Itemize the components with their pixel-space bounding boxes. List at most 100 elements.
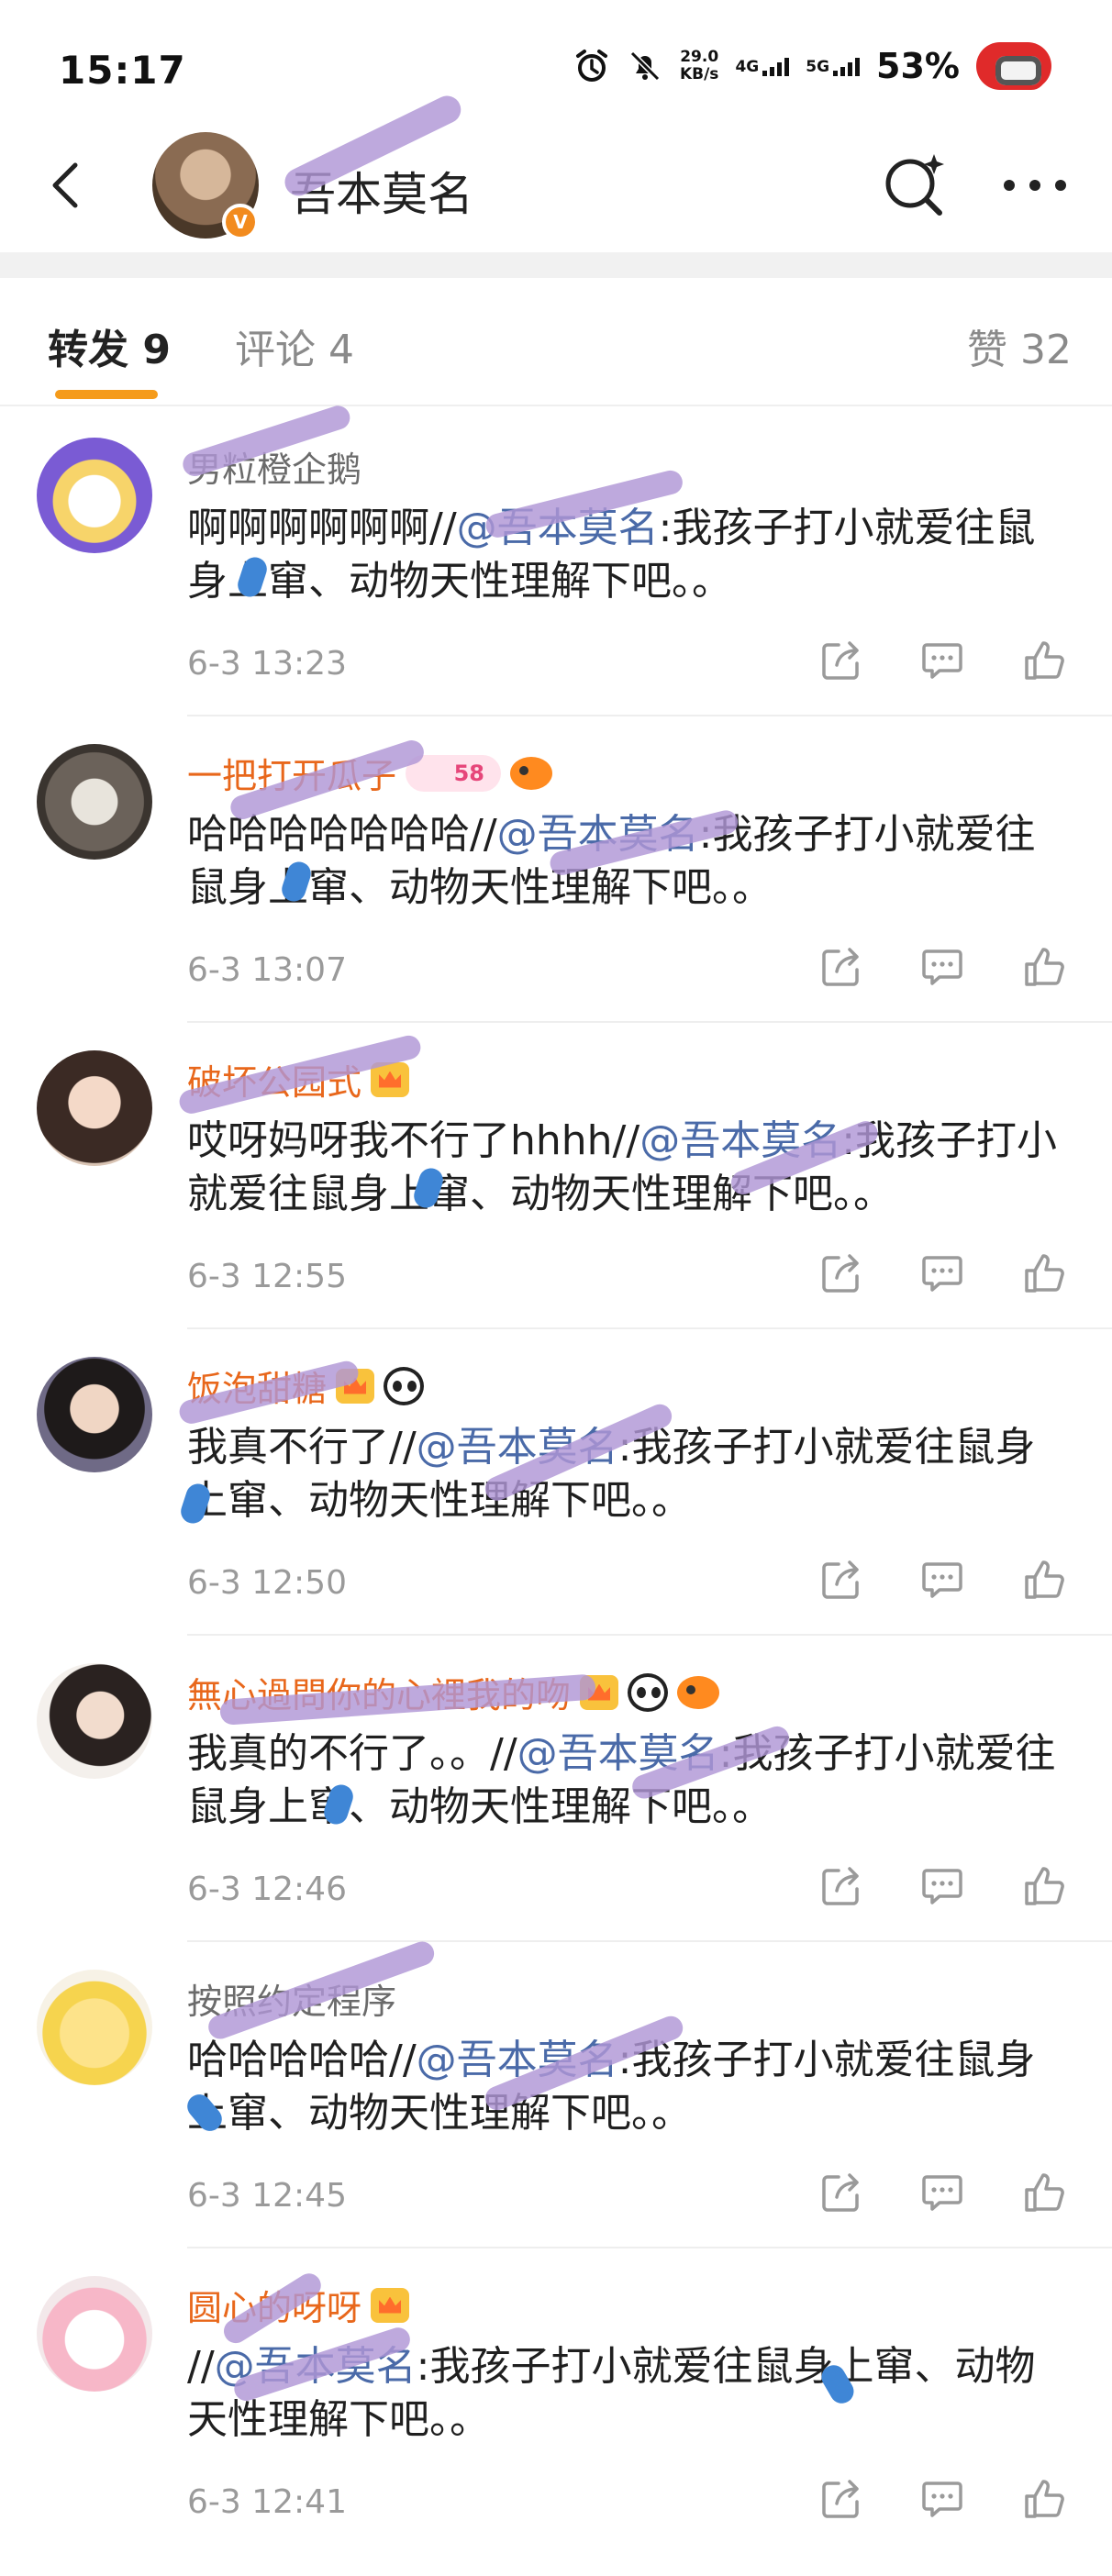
comment-icon[interactable]	[919, 1557, 965, 1603]
user-avatar[interactable]	[37, 1050, 152, 1166]
comment-icon[interactable]	[919, 1250, 965, 1296]
repost-item[interactable]: 男粒橙企鹅 啊啊啊啊啊啊//@吾本莫名:我孩子打小就爱往鼠身上窜、动物天性理解下…	[0, 402, 1112, 715]
repost-item[interactable]: 破坏公园式 哎呀妈呀我不行了hhhh//@吾本莫名:我孩子打小就爱往鼠身上窜、动…	[0, 1021, 1112, 1327]
author-name[interactable]: 吾本莫名	[290, 158, 473, 224]
network-speed-unit: KB/s	[679, 65, 719, 83]
panda-badge-icon	[384, 1366, 425, 1405]
tab-comment[interactable]: 评论 4	[235, 316, 354, 375]
user-avatar[interactable]	[37, 438, 152, 553]
timestamp: 6-3 12:55	[187, 1258, 347, 1295]
level-badge-icon: 58	[406, 754, 502, 792]
timestamp: 6-3 12:45	[187, 2177, 347, 2215]
user-avatar[interactable]	[37, 1970, 152, 2085]
repost-text: 哈哈哈哈哈哈哈//@吾本莫名:我孩子打小就爱往鼠身上窜、动物天性理解下吧。。	[187, 808, 1068, 915]
repost-text: 我真的不行了。。//@吾本莫名:我孩子打小就爱往鼠身上窜、动物天性理解下吧。。	[187, 1727, 1068, 1834]
comment-icon[interactable]	[919, 638, 965, 683]
username[interactable]: 一把打开瓜子 58	[187, 748, 553, 798]
username-text: 一把打开瓜子	[187, 756, 397, 796]
user-avatar[interactable]	[37, 1663, 152, 1779]
username[interactable]: 無心過問你的心裡我的吻	[187, 1667, 720, 1717]
comment-icon[interactable]	[919, 944, 965, 990]
mention-link[interactable]: @吾本莫名	[417, 1424, 618, 1471]
user-avatar[interactable]	[37, 2276, 152, 2392]
mention-link[interactable]: @吾本莫名	[497, 811, 699, 858]
like-icon[interactable]	[1022, 2476, 1068, 2522]
share-icon[interactable]	[818, 638, 864, 683]
username[interactable]: 破坏公园式	[187, 1054, 410, 1105]
username-text: 男粒橙企鹅	[187, 450, 362, 490]
top-nav: V 吾本莫名	[0, 91, 1112, 252]
repost-item[interactable]: 按照约定程序 哈哈哈哈哈//@吾本莫名:我孩子打小就爱往鼠身上窜、动物天性理解下…	[0, 1938, 1112, 2247]
mention-link[interactable]: @吾本莫名	[517, 1730, 719, 1777]
repost-item[interactable]: 饭泡甜糖 我真不行了//@吾本莫名:我孩子打小就爱往鼠身上窜、动物天性理解下吧。…	[0, 1327, 1112, 1634]
comment-icon[interactable]	[919, 1863, 965, 1909]
share-icon[interactable]	[818, 1557, 864, 1603]
username[interactable]: 圆心的呀呀	[187, 2280, 410, 2330]
like-icon[interactable]	[1022, 1250, 1068, 1296]
username-text: 饭泡甜糖	[187, 1369, 328, 1409]
repost-prefix: 哎呀妈呀我不行了hhhh//	[187, 1117, 640, 1164]
signal-bars-icon	[833, 56, 861, 76]
section-divider	[0, 252, 1112, 278]
battery-icon	[976, 42, 1051, 90]
repost-item[interactable]: 圆心的呀呀 //@吾本莫名:我孩子打小就爱往鼠身上窜、动物天性理解下吧。。 6-…	[0, 2247, 1112, 2553]
share-icon[interactable]	[818, 944, 864, 990]
fish-badge-icon	[677, 1675, 720, 1709]
signal-4g-label: 4G	[735, 58, 760, 76]
username-text: 按照约定程序	[187, 1982, 397, 2022]
search-sparkle-icon[interactable]	[879, 150, 949, 220]
mention-link[interactable]: @吾本莫名	[639, 1117, 841, 1164]
repost-item[interactable]: 無心過問你的心裡我的吻 我真的不行了。。//@吾本莫名:我孩子打小就爱往鼠身上窜…	[0, 1634, 1112, 1940]
share-icon[interactable]	[818, 1863, 864, 1909]
tab-likes[interactable]: 赞 32	[967, 316, 1072, 375]
comment-icon[interactable]	[919, 2476, 965, 2522]
like-icon[interactable]	[1022, 1863, 1068, 1909]
repost-item[interactable]: 一把打开瓜子 58 哈哈哈哈哈哈哈//@吾本莫名:我孩子打小就爱往鼠身上窜、动物…	[0, 715, 1112, 1021]
comment-icon[interactable]	[919, 2170, 965, 2215]
repost-prefix: 啊啊啊啊啊啊//	[187, 505, 457, 551]
timestamp: 6-3 12:41	[187, 2483, 347, 2521]
signal-5g-label: 5G	[806, 58, 830, 76]
repost-text: //@吾本莫名:我孩子打小就爱往鼠身上窜、动物天性理解下吧。。	[187, 2340, 1068, 2447]
status-icons: 29.0 KB/s 4G 5G 53%	[573, 42, 1051, 90]
fish-badge-icon	[510, 756, 553, 790]
username[interactable]: 男粒橙企鹅	[187, 441, 361, 492]
crown-badge-icon	[336, 1368, 375, 1404]
share-icon[interactable]	[818, 1250, 864, 1296]
mention-link[interactable]: @吾本莫名	[457, 505, 659, 551]
signal-4g: 4G	[735, 56, 790, 76]
like-icon[interactable]	[1022, 944, 1068, 990]
mention-link[interactable]: @吾本莫名	[215, 2343, 417, 2390]
back-arrow-icon[interactable]	[40, 158, 95, 213]
user-avatar[interactable]	[37, 1357, 152, 1472]
timestamp: 6-3 13:23	[187, 645, 347, 683]
share-icon[interactable]	[818, 2170, 864, 2215]
repost-prefix: 我真的不行了。。//	[187, 1730, 517, 1777]
battery-percent: 53%	[876, 46, 960, 86]
username[interactable]: 饭泡甜糖	[187, 1360, 425, 1411]
crown-badge-icon	[371, 2287, 410, 2323]
repost-prefix: 我真不行了//	[187, 1424, 417, 1471]
repost-prefix: 哈哈哈哈哈//	[187, 2037, 417, 2083]
share-icon[interactable]	[818, 2476, 864, 2522]
username-text: 無心過問你的心裡我的吻	[187, 1675, 572, 1715]
username[interactable]: 按照约定程序	[187, 1973, 396, 2024]
verified-badge-icon: V	[222, 204, 259, 240]
like-icon[interactable]	[1022, 1557, 1068, 1603]
like-icon[interactable]	[1022, 2170, 1068, 2215]
timestamp: 6-3 12:50	[187, 1564, 347, 1602]
repost-list: 男粒橙企鹅 啊啊啊啊啊啊//@吾本莫名:我孩子打小就爱往鼠身上窜、动物天性理解下…	[0, 402, 1112, 2553]
crown-badge-icon	[371, 1061, 410, 1097]
tab-bar: 转发 9 评论 4 赞 32	[0, 278, 1112, 406]
user-avatar[interactable]	[37, 744, 152, 860]
signal-bars-icon	[762, 56, 790, 76]
tab-repost[interactable]: 转发 9	[48, 316, 171, 375]
username-text: 圆心的呀呀	[187, 2288, 362, 2328]
repost-prefix: //	[187, 2343, 215, 2390]
like-icon[interactable]	[1022, 638, 1068, 683]
signal-5g: 5G	[806, 56, 861, 76]
mention-link[interactable]: @吾本莫名	[417, 2037, 618, 2083]
timestamp: 6-3 13:07	[187, 951, 347, 989]
more-icon[interactable]	[1000, 176, 1070, 194]
repost-text: 我真不行了//@吾本莫名:我孩子打小就爱往鼠身上窜、动物天性理解下吧。。	[187, 1421, 1068, 1527]
